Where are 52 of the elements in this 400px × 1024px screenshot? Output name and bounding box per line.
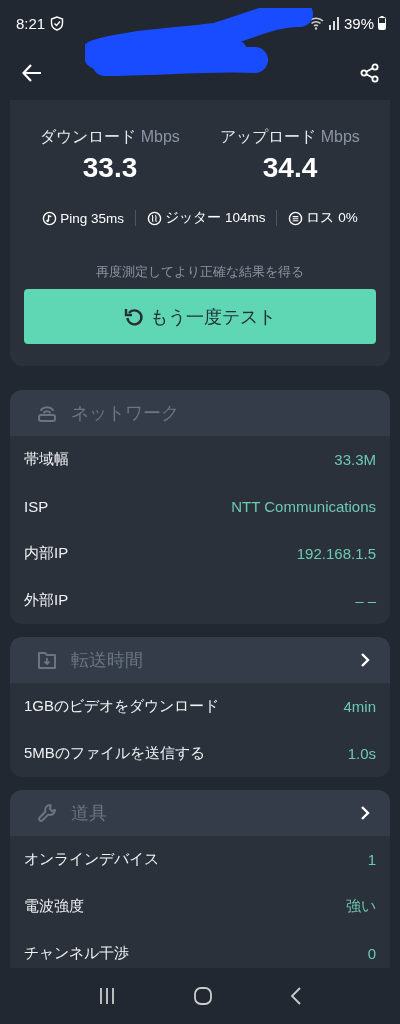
stat-text: Ping 35ms: [60, 210, 125, 226]
row-label: 1GBのビデオをダウンロード: [24, 697, 219, 716]
row-label: 5MBのファイルを送信する: [24, 744, 205, 763]
download-speed: 33.3: [82, 152, 138, 184]
battery-percent: 39%: [343, 14, 374, 32]
retry-icon: [124, 306, 144, 327]
section-title: 道具: [71, 802, 108, 825]
row-value: 192.168.1.5: [296, 545, 376, 562]
lines-circle-icon: [288, 210, 304, 226]
stat-text: ロス 0%: [306, 209, 358, 227]
section-header[interactable]: 転送時間: [10, 637, 390, 683]
folder-download-icon: [36, 649, 58, 671]
chevron-left-icon: [289, 986, 302, 1006]
row-value: 0: [367, 945, 376, 962]
shield-icon: [50, 15, 65, 31]
row-label: 電波強度: [24, 897, 84, 916]
row-value: – –: [355, 592, 376, 609]
download-label: ダウンロード Mbps: [40, 127, 180, 147]
row-value: 1: [367, 851, 376, 868]
status-time: 8:21: [16, 14, 46, 32]
row-label: チャンネル干渉: [24, 944, 129, 963]
upload-label: アップロード Mbps: [220, 127, 360, 147]
signal-icon: [327, 16, 340, 30]
row-label: 内部IP: [24, 544, 69, 563]
share-button[interactable]: [360, 63, 380, 83]
section-header[interactable]: 道具: [10, 790, 390, 836]
recents-icon: [98, 987, 117, 1005]
upload-speed: 34.4: [262, 152, 318, 184]
row-value: 4min: [343, 698, 376, 715]
back-button[interactable]: [22, 64, 42, 82]
share-icon: [360, 63, 380, 83]
row-label: 外部IP: [24, 591, 69, 610]
wave-circle-icon: [147, 210, 163, 226]
hint-text: 再度測定してより正確な結果を得る: [96, 263, 304, 281]
home-icon: [193, 986, 213, 1006]
section-title: 転送時間: [71, 649, 144, 672]
back-arrow-icon: [22, 64, 42, 82]
row-label: 帯域幅: [24, 450, 69, 469]
chevron-right-icon: [360, 652, 370, 668]
retest-button[interactable]: もう一度テスト: [24, 289, 376, 344]
row-value: 1.0s: [347, 745, 376, 762]
wrench-icon: [36, 802, 58, 824]
row-label: オンラインデバイス: [24, 850, 159, 869]
row-label: ISP: [24, 498, 49, 515]
battery-icon: [378, 16, 386, 30]
row-value: 強い: [346, 897, 376, 916]
row-value: NTT Communications: [231, 498, 376, 515]
stat-text: ジッター 104ms: [165, 209, 266, 227]
section-title: ネットワーク: [71, 402, 180, 425]
row-value: 33.3M: [334, 451, 376, 468]
chevron-right-icon: [360, 805, 370, 821]
note-icon: [42, 210, 58, 226]
